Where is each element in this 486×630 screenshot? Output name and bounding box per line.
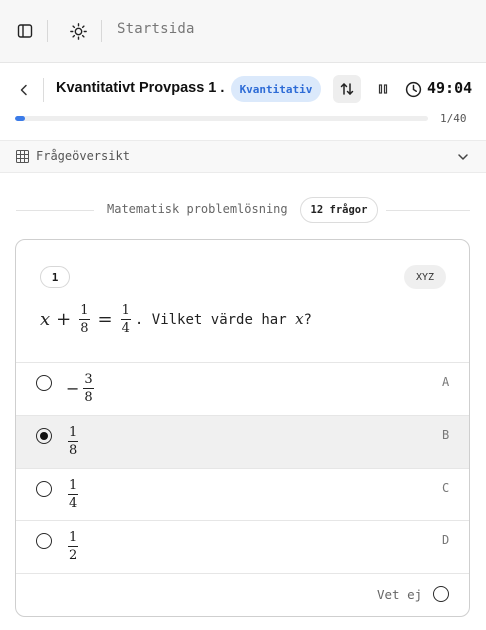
radio-button[interactable] (433, 586, 449, 602)
radio-button[interactable] (36, 375, 52, 391)
answer-option-d[interactable]: 12 D (16, 520, 469, 573)
overview-label: Frågeöversikt (36, 149, 130, 163)
section-title: Matematisk problemlösning (107, 202, 288, 216)
top-bar: Startsida (0, 0, 486, 63)
radio-button[interactable] (36, 533, 52, 549)
fraction-numerator: 1 (121, 302, 130, 318)
option-value: 12 (66, 531, 80, 562)
sun-icon[interactable] (67, 20, 89, 42)
clock-icon (404, 80, 422, 98)
question-count-pill: 12 frågor (300, 197, 378, 223)
divider (47, 20, 48, 42)
fraction-denominator: 8 (68, 441, 79, 458)
timer: 49:04 (427, 79, 473, 97)
breadcrumb-home[interactable]: Startsida (117, 21, 195, 37)
chevron-down-icon (458, 154, 468, 160)
radio-button[interactable] (36, 481, 52, 497)
chevron-left-icon[interactable] (14, 80, 34, 100)
grid-icon (16, 150, 29, 163)
question-mark: ? (303, 312, 312, 328)
question-overview-toggle[interactable]: Frågeöversikt (0, 140, 486, 173)
radio-selected-dot (40, 432, 48, 440)
answer-option-a[interactable]: − 38 A (16, 362, 469, 415)
math-fraction: 12 (68, 530, 79, 563)
arrows-up-down-icon (340, 83, 354, 95)
option-value: 14 (66, 479, 80, 510)
sidebar-panel-icon[interactable] (14, 20, 36, 42)
question-prompt-text: . Vilket värde har (134, 312, 287, 328)
fraction-denominator: 8 (79, 318, 90, 336)
section-heading: Matematisk problemlösning 12 frågor (16, 197, 470, 223)
progress-fill (15, 116, 26, 121)
fraction-numerator: 1 (69, 530, 78, 545)
math-variable: x (40, 308, 51, 330)
answer-option-c[interactable]: 14 C (16, 468, 469, 521)
question-prompt: . Vilket värde har x? (135, 310, 312, 328)
fraction-denominator: 4 (68, 494, 79, 511)
math-fraction: 18 (79, 302, 90, 336)
fraction-denominator: 8 (83, 388, 94, 405)
divider (43, 78, 44, 102)
progress-bar (15, 116, 428, 121)
math-fraction: 38 (83, 372, 94, 405)
radio-button[interactable] (36, 428, 52, 444)
option-letter: A (442, 375, 450, 389)
sort-button[interactable] (333, 75, 361, 103)
dont-know-label: Vet ej (377, 587, 423, 602)
question-code: XYZ (404, 265, 446, 289)
question-card: 1 XYZ x + 18 = 14 . Vilket värde har x? … (15, 239, 470, 617)
fraction-denominator: 2 (68, 546, 79, 563)
fraction-numerator: 1 (80, 302, 89, 318)
fraction-numerator: 1 (69, 425, 78, 440)
fraction-numerator: 1 (69, 478, 78, 493)
question-number: 1 (40, 266, 70, 288)
question-text: x + 18 = 14 . Vilket värde har x? (40, 302, 312, 336)
answer-option-b[interactable]: 18 B (16, 415, 469, 468)
divider (16, 210, 94, 211)
dont-know-option[interactable]: Vet ej (16, 573, 469, 616)
math-variable: x (295, 310, 304, 328)
section-badge: Kvantitativ (231, 76, 321, 102)
divider (386, 210, 470, 211)
math-fraction: 14 (120, 302, 131, 336)
divider (101, 20, 102, 42)
math-fraction: 14 (68, 478, 79, 511)
progress-count: 1/40 (440, 112, 467, 125)
option-letter: D (442, 533, 450, 547)
math-operator: + (56, 308, 72, 330)
fraction-denominator: 4 (120, 318, 131, 336)
option-value: 18 (66, 426, 80, 457)
option-value: − 38 (66, 373, 96, 404)
math-operator: = (97, 308, 113, 330)
exam-title: Kvantitativt Provpass 1 ... (56, 80, 224, 96)
math-fraction: 18 (68, 425, 79, 458)
pause-icon[interactable] (373, 79, 393, 99)
option-sign: − (66, 379, 80, 398)
option-letter: C (442, 481, 450, 495)
exam-header: Kvantitativt Provpass 1 ... Kvantitativ … (0, 64, 486, 140)
option-letter: B (442, 428, 450, 442)
fraction-numerator: 3 (84, 372, 93, 387)
